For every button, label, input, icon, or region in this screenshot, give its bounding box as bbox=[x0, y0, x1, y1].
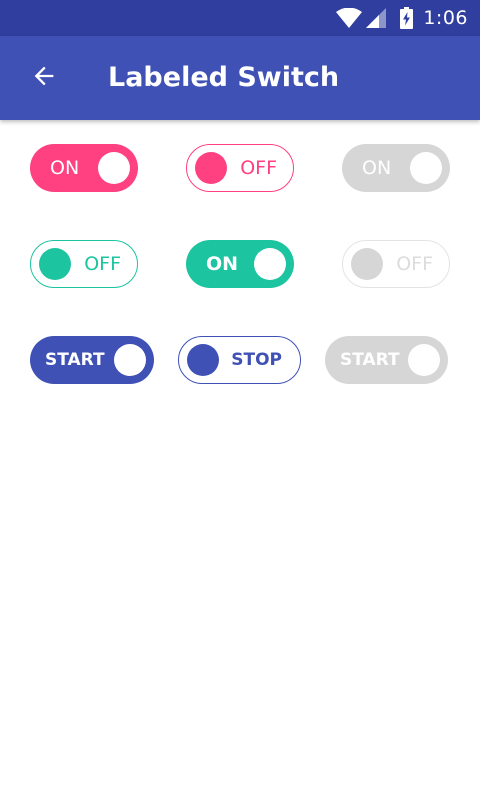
switch-label: OFF bbox=[240, 157, 277, 179]
cellular-signal-icon bbox=[366, 8, 387, 28]
switch-indigo-stop[interactable]: STOP bbox=[178, 336, 301, 384]
switch-pink-disabled: ON bbox=[342, 144, 450, 192]
switch-pink-on[interactable]: ON bbox=[30, 144, 138, 192]
switch-label: START bbox=[340, 350, 400, 370]
switch-indigo-start[interactable]: START bbox=[30, 336, 154, 384]
switch-knob bbox=[410, 152, 442, 184]
switch-knob bbox=[187, 344, 219, 376]
arrow-back-icon bbox=[30, 62, 58, 94]
status-icons: 1:06 bbox=[336, 0, 468, 36]
switch-teal-off[interactable]: OFF bbox=[30, 240, 138, 288]
app-title: Labeled Switch bbox=[108, 62, 340, 93]
back-button[interactable] bbox=[24, 58, 64, 98]
switch-pink-off[interactable]: OFF bbox=[186, 144, 294, 192]
app-bar: Labeled Switch bbox=[0, 36, 480, 120]
switch-indigo-disabled: START bbox=[325, 336, 448, 384]
switch-label: ON bbox=[206, 253, 239, 275]
switch-knob bbox=[114, 344, 146, 376]
switch-knob bbox=[39, 248, 71, 280]
switch-label: OFF bbox=[396, 253, 433, 275]
switch-label: ON bbox=[362, 157, 392, 179]
wifi-icon bbox=[336, 8, 363, 28]
switch-label: STOP bbox=[231, 350, 282, 370]
switch-label: OFF bbox=[84, 253, 121, 275]
switch-knob bbox=[408, 344, 440, 376]
switch-knob bbox=[98, 152, 130, 184]
switch-knob bbox=[195, 152, 227, 184]
switch-label: ON bbox=[50, 157, 80, 179]
switch-label: START bbox=[45, 350, 105, 370]
switch-knob bbox=[254, 248, 286, 280]
switch-teal-disabled: OFF bbox=[342, 240, 450, 288]
battery-charging-icon bbox=[400, 7, 414, 29]
switch-knob bbox=[351, 248, 383, 280]
switch-teal-on[interactable]: ON bbox=[186, 240, 294, 288]
status-time: 1:06 bbox=[423, 7, 468, 29]
status-bar: 1:06 bbox=[0, 0, 480, 36]
